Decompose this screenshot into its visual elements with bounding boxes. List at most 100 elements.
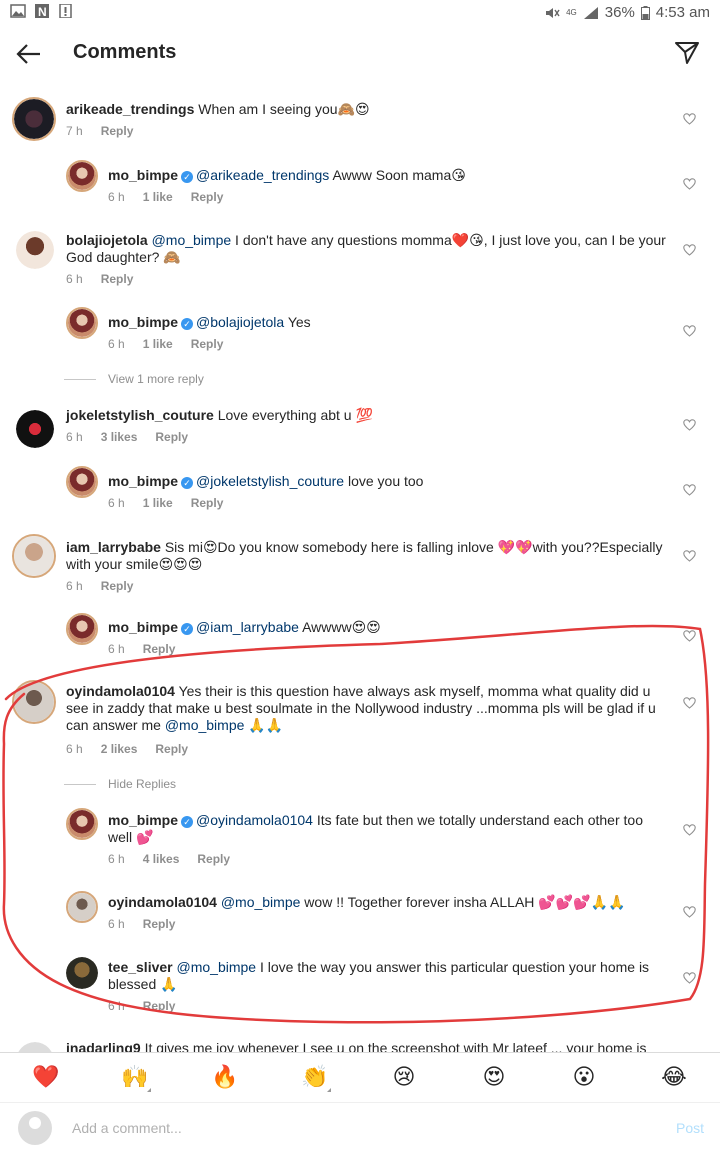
reply-button[interactable]: Reply	[191, 337, 224, 351]
heart-icon[interactable]	[683, 824, 696, 836]
emoji-clap[interactable]: 👏	[301, 1064, 331, 1092]
view-more-label[interactable]: View 1 more reply	[108, 372, 204, 386]
comment-text: wow !! Together forever insha ALLAH 💕💕💕🙏…	[304, 894, 626, 910]
battery-icon	[640, 5, 650, 20]
mention-link[interactable]: @mo_bimpe	[152, 232, 232, 248]
avatar[interactable]	[12, 680, 56, 724]
mention-link[interactable]: @oyindamola0104	[196, 812, 313, 828]
heart-icon[interactable]	[683, 244, 696, 256]
heart-icon[interactable]	[683, 484, 696, 496]
emoji-heart[interactable]: ❤️	[32, 1064, 59, 1090]
avatar[interactable]	[66, 957, 98, 989]
reply-button[interactable]: Reply	[191, 190, 224, 204]
reply-button[interactable]: Reply	[101, 579, 134, 593]
emoji-raised-hands[interactable]: 🙌	[121, 1064, 151, 1092]
mention-link[interactable]: @mo_bimpe	[165, 717, 245, 733]
heart-icon[interactable]	[683, 906, 696, 918]
reply-button[interactable]: Reply	[101, 272, 134, 286]
comment-text: Yes	[287, 314, 311, 330]
comment-username[interactable]: mo_bimpe	[108, 167, 178, 183]
like-count[interactable]: 1 like	[143, 337, 173, 351]
avatar[interactable]	[16, 1042, 54, 1052]
heart-icon[interactable]	[683, 550, 696, 562]
comment-username[interactable]: mo_bimpe	[108, 812, 178, 828]
comment-username[interactable]: iam_larrybabe	[66, 539, 161, 555]
comment-text: Awww Soon mama😘	[332, 167, 466, 183]
avatar[interactable]	[66, 613, 98, 645]
avatar[interactable]	[12, 534, 56, 578]
mention-link[interactable]: @arikeade_trendings	[196, 167, 329, 183]
heart-icon[interactable]	[683, 419, 696, 431]
comments-list[interactable]: arikeade_trendings When am I seeing you🙈…	[0, 84, 720, 1052]
mention-link[interactable]: @jokeletstylish_couture	[196, 473, 344, 489]
comment-input[interactable]	[72, 1115, 632, 1141]
hide-replies-label[interactable]: Hide Replies	[108, 777, 176, 791]
emoji-heart-eyes[interactable]: 😍	[481, 1064, 507, 1090]
emoji-cry[interactable]: 😢	[391, 1064, 417, 1090]
avatar[interactable]	[66, 466, 98, 498]
avatar[interactable]	[16, 410, 54, 448]
comment-time: 7 h	[66, 124, 83, 138]
mention-link[interactable]: @mo_bimpe	[221, 894, 301, 910]
emoji-surprised[interactable]: 😮	[571, 1064, 597, 1090]
status-bar: N 4G 36% 4:53 am	[0, 0, 720, 26]
divider	[64, 783, 96, 785]
heart-icon[interactable]	[683, 697, 696, 709]
back-arrow-icon[interactable]	[14, 40, 42, 68]
hide-replies[interactable]: Hide Replies	[64, 777, 176, 791]
emoji-fire[interactable]: 🔥	[211, 1064, 238, 1090]
like-count[interactable]: 1 like	[143, 190, 173, 204]
view-more-replies[interactable]: View 1 more reply	[64, 372, 204, 386]
comment-username[interactable]: jokeletstylish_couture	[66, 407, 214, 423]
comment-username[interactable]: bolajiojetola	[66, 232, 148, 248]
like-count[interactable]: 4 likes	[143, 852, 180, 866]
reply-button[interactable]: Reply	[143, 642, 176, 656]
like-count[interactable]: 1 like	[143, 496, 173, 510]
emoji-laugh[interactable]: 😂	[661, 1064, 687, 1090]
heart-icon[interactable]	[683, 972, 696, 984]
comment-username[interactable]: mo_bimpe	[108, 619, 178, 635]
comment-username[interactable]: tee_sliver	[108, 959, 173, 975]
comment-time: 6 h	[66, 742, 83, 756]
verified-badge-icon: ✓	[181, 171, 194, 183]
comment-username[interactable]: inadarling9	[66, 1040, 141, 1052]
heart-icon[interactable]	[683, 113, 696, 125]
reply-button[interactable]: Reply	[143, 917, 176, 931]
comment-text: When am I seeing you🙈😍	[198, 101, 370, 117]
reply-button[interactable]: Reply	[191, 496, 224, 510]
heart-icon[interactable]	[683, 325, 696, 337]
reply-button[interactable]: Reply	[155, 430, 188, 444]
comment-username[interactable]: arikeade_trendings	[66, 101, 194, 117]
comment-username[interactable]: oyindamola0104	[108, 894, 217, 910]
avatar[interactable]	[66, 307, 98, 339]
send-icon[interactable]	[674, 40, 700, 66]
avatar[interactable]	[66, 160, 98, 192]
comment-time: 6 h	[108, 999, 125, 1013]
comment-username[interactable]: mo_bimpe	[108, 314, 178, 330]
avatar[interactable]	[66, 808, 98, 840]
svg-text:N: N	[38, 5, 47, 18]
avatar[interactable]	[66, 891, 98, 923]
comment-username[interactable]: mo_bimpe	[108, 473, 178, 489]
comment-time: 6 h	[66, 430, 83, 444]
reply-button[interactable]: Reply	[155, 742, 188, 756]
reply-button[interactable]: Reply	[143, 999, 176, 1013]
avatar[interactable]	[12, 97, 56, 141]
verified-badge-icon: ✓	[181, 318, 194, 330]
mention-link[interactable]: @mo_bimpe	[177, 959, 257, 975]
comment-username[interactable]: oyindamola0104	[66, 683, 175, 699]
heart-icon[interactable]	[683, 178, 696, 190]
post-button[interactable]: Post	[676, 1120, 704, 1136]
mention-link[interactable]: @bolajiojetola	[196, 314, 284, 330]
avatar[interactable]	[16, 231, 54, 269]
skin-tone-indicator-icon	[147, 1088, 151, 1092]
like-count[interactable]: 3 likes	[101, 430, 138, 444]
network-type: 4G	[566, 8, 577, 17]
comment-time: 6 h	[108, 917, 125, 931]
like-count[interactable]: 2 likes	[101, 742, 138, 756]
reply-button[interactable]: Reply	[197, 852, 230, 866]
emoji-bar: ❤️ 🙌 🔥 👏 😢 😍 😮 😂	[0, 1052, 720, 1102]
heart-icon[interactable]	[683, 630, 696, 642]
mention-link[interactable]: @iam_larrybabe	[196, 619, 299, 635]
reply-button[interactable]: Reply	[101, 124, 134, 138]
